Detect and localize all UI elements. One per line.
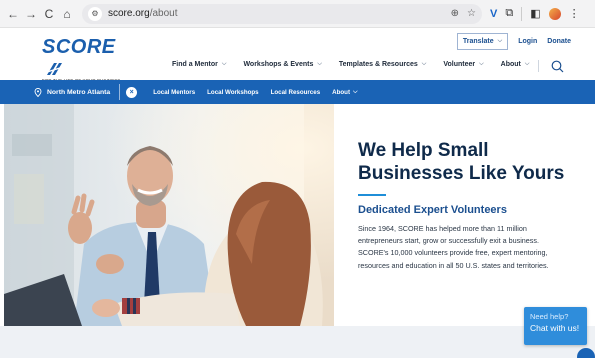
extension-v-icon[interactable]: V <box>490 8 497 20</box>
site-header: SCORE FOR THE LIFE OF YOUR BUSINESS Tran… <box>0 28 595 83</box>
chapter-bar: North Metro Atlanta × Local Mentors Loca… <box>0 80 595 104</box>
nav-label: About <box>500 61 521 68</box>
forward-icon[interactable]: → <box>22 5 40 23</box>
nav-label: Find a Mentor <box>172 61 218 68</box>
toolbar-divider <box>521 6 523 21</box>
hero-divider <box>358 194 386 196</box>
location-pin-icon <box>34 87 42 97</box>
chat-widget[interactable]: Need help? Chat with us! <box>524 307 587 345</box>
address-bar[interactable]: ⚙ score.org/about ⊕ ☆ <box>82 3 482 24</box>
zoom-icon[interactable]: ⊕ <box>451 8 459 19</box>
chat-cta: Chat with us! <box>530 323 580 333</box>
nav-label: Workshops & Events <box>243 61 314 68</box>
nav-divider <box>538 60 539 72</box>
hero-title: We Help Small Businesses Like Yours <box>358 140 565 184</box>
nav-templates-resources[interactable]: Templates & Resources ⌵ <box>339 61 426 68</box>
search-button[interactable] <box>548 57 566 75</box>
nav-about[interactable]: About ⌵ <box>501 61 530 68</box>
chevron-down-icon: ⌵ <box>497 38 503 44</box>
site-info-icon[interactable]: ⚙ <box>88 6 102 21</box>
browser-menu-icon[interactable]: ⋮ <box>569 7 580 20</box>
lower-section-band <box>0 326 595 358</box>
reload-icon[interactable]: C <box>40 5 58 23</box>
logo-wordmark: SCORE <box>42 36 116 58</box>
chapter-name-label: North Metro Atlanta <box>47 88 111 96</box>
chapter-link-local-workshops[interactable]: Local Workshops <box>207 88 258 96</box>
url-text: score.org/about <box>108 8 178 19</box>
chapter-link-local-resources[interactable]: Local Resources <box>271 88 321 96</box>
chevron-down-icon: ⌵ <box>524 61 530 67</box>
hero-photo <box>4 104 334 326</box>
chevron-down-icon: ⌵ <box>353 88 358 95</box>
translate-button[interactable]: Translate ⌵ <box>456 33 509 50</box>
main-nav: Find a Mentor ⌵ Workshops & Events ⌵ Tem… <box>172 61 546 68</box>
nav-find-a-mentor[interactable]: Find a Mentor ⌵ <box>172 61 226 68</box>
translate-label: Translate <box>462 38 494 45</box>
browser-toolbar: ← → C ⌂ ⚙ score.org/about ⊕ ☆ V ⧉ ◧ ⋮ <box>0 0 595 28</box>
extensions-puzzle-icon[interactable]: ⧉ <box>505 7 513 20</box>
login-link[interactable]: Login <box>518 38 537 45</box>
donate-link[interactable]: Donate <box>547 38 571 45</box>
hero-body: Since 1964, SCORE has helped more than 1… <box>358 224 549 270</box>
logo-swoosh-icon <box>44 63 64 75</box>
mentoring-meeting-image <box>4 104 334 326</box>
chevron-down-icon: ⌵ <box>421 61 427 67</box>
chat-prompt: Need help? <box>530 312 569 321</box>
profile-avatar[interactable] <box>548 7 561 20</box>
home-icon[interactable]: ⌂ <box>58 5 76 23</box>
chevron-down-icon: ⌵ <box>479 61 484 67</box>
url-domain: score.org <box>108 8 150 19</box>
chapter-link-local-mentors[interactable]: Local Mentors <box>153 88 195 96</box>
chapter-divider <box>119 84 121 100</box>
nav-workshops-events[interactable]: Workshops & Events ⌵ <box>243 61 321 68</box>
hero-text: We Help Small Businesses Like Yours Dedi… <box>358 139 568 272</box>
side-panel-icon[interactable]: ◧ <box>530 7 540 20</box>
score-logo[interactable]: SCORE FOR THE LIFE OF YOUR BUSINESS <box>42 36 134 83</box>
chevron-down-icon: ⌵ <box>317 61 322 67</box>
search-icon <box>551 60 563 72</box>
chapter-selector[interactable]: North Metro Atlanta <box>34 87 111 97</box>
chapter-link-about[interactable]: About ⌵ <box>332 88 358 96</box>
nav-volunteer[interactable]: Volunteer ⌵ <box>443 61 483 68</box>
hero-subtitle: Dedicated Expert Volunteers <box>358 204 507 216</box>
close-chapter-icon[interactable]: × <box>126 86 138 98</box>
nav-label: Templates & Resources <box>338 61 418 68</box>
url-path: /about <box>149 8 178 19</box>
bookmark-star-icon[interactable]: ☆ <box>467 8 476 19</box>
nav-label: Volunteer <box>443 61 476 68</box>
chevron-down-icon: ⌵ <box>221 61 227 67</box>
back-icon[interactable]: ← <box>4 5 22 23</box>
hero-section: We Help Small Businesses Like Yours Dedi… <box>0 104 595 326</box>
chapter-about-label: About <box>332 88 351 96</box>
